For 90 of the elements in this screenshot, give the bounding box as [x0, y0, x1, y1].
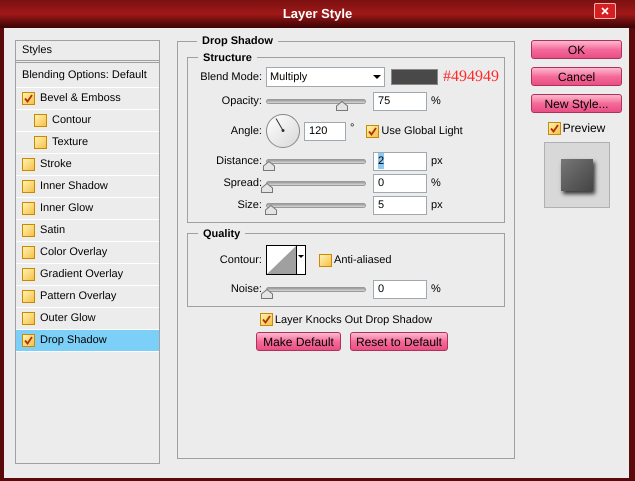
checkbox[interactable]	[22, 268, 35, 281]
checkbox[interactable]	[22, 224, 35, 237]
close-button[interactable]	[594, 3, 616, 19]
checkbox[interactable]	[22, 92, 35, 105]
style-list-item[interactable]: Inner Glow	[16, 198, 159, 220]
style-list-item[interactable]: Contour	[16, 110, 159, 132]
field-label: Blend Mode:	[199, 70, 263, 85]
preview-thumbnail	[544, 142, 610, 208]
caret-icon	[298, 255, 304, 258]
input-field[interactable]: 5	[373, 196, 427, 214]
style-list-item[interactable]: Texture	[16, 132, 159, 154]
field-label: Size:	[236, 198, 263, 213]
dialog-button[interactable]: OK	[531, 40, 622, 59]
dialog-button[interactable]: Reset to Default	[350, 332, 448, 351]
color-annotation: #494949	[443, 67, 499, 87]
checkbox[interactable]	[34, 136, 47, 149]
field-label: Contour:	[218, 252, 263, 268]
style-list-item[interactable]: Stroke	[16, 154, 159, 176]
style-list-item[interactable]: Pattern Overlay	[16, 286, 159, 308]
style-label: Drop Shadow	[40, 333, 107, 348]
checkbox[interactable]	[366, 124, 380, 138]
style-label: Color Overlay	[40, 245, 108, 260]
field-label: Noise:	[230, 282, 263, 297]
slider-thumb[interactable]	[261, 288, 273, 298]
checkbox[interactable]	[22, 180, 35, 193]
angle-dial[interactable]	[266, 114, 300, 148]
styles-header: Styles	[16, 41, 159, 63]
checkbox[interactable]	[22, 290, 35, 303]
input-field[interactable]: 0	[373, 280, 427, 298]
checkbox[interactable]	[22, 334, 35, 347]
style-list-item[interactable]: Inner Shadow	[16, 176, 159, 198]
style-label: Stroke	[40, 157, 72, 172]
checkbox-label: Preview	[562, 120, 606, 137]
checkbox[interactable]	[548, 122, 561, 134]
checkbox[interactable]	[22, 202, 35, 215]
dialog-button[interactable]: Cancel	[531, 67, 622, 86]
unit-label: %	[431, 282, 441, 297]
style-list-item[interactable]: Satin	[16, 220, 159, 242]
field-label: Distance:	[215, 154, 263, 169]
style-label: Bevel & Emboss	[40, 91, 121, 106]
unit-label: px	[431, 154, 443, 169]
group-title: Drop Shadow	[201, 34, 274, 49]
checkbox[interactable]	[34, 114, 47, 127]
style-label: Outer Glow	[40, 311, 96, 326]
slider-thumb[interactable]	[264, 204, 277, 214]
unit-label: px	[431, 198, 443, 213]
style-label: Pattern Overlay	[40, 289, 116, 304]
style-label: Inner Shadow	[40, 179, 108, 194]
window-title: Layer Style	[282, 5, 352, 24]
unit-label: %	[431, 94, 441, 109]
style-list-item[interactable]: Gradient Overlay	[16, 264, 159, 286]
unit-label: %	[431, 176, 441, 191]
style-label: Contour	[52, 113, 92, 128]
dial-needle-icon	[275, 118, 285, 132]
slider-thumb[interactable]	[261, 182, 273, 192]
style-label: Gradient Overlay	[40, 267, 124, 282]
dialog-button[interactable]: New Style...	[531, 94, 622, 113]
section-title: Quality	[202, 226, 242, 242]
checkbox-label: Use Global Light	[381, 124, 463, 139]
section-title: Structure	[202, 50, 253, 66]
field-label: Opacity:	[220, 94, 263, 109]
checkbox[interactable]	[22, 158, 35, 171]
unit-label: °	[350, 121, 354, 136]
checkbox-label: Layer Knocks Out Drop Shadow	[274, 312, 432, 328]
input-field[interactable]: 0	[373, 174, 427, 192]
checkbox-label: Anti-aliased	[334, 252, 392, 268]
checkbox[interactable]	[260, 313, 273, 326]
style-label: Satin	[40, 223, 66, 238]
input-field[interactable]: 2	[373, 152, 427, 170]
checkbox[interactable]	[22, 246, 35, 259]
checkbox[interactable]	[319, 254, 332, 266]
field-label: Angle:	[230, 124, 263, 139]
checkbox[interactable]	[22, 312, 35, 325]
input-field[interactable]: 120	[304, 122, 346, 140]
slider-thumb[interactable]	[262, 160, 275, 170]
input-field[interactable]: 75	[373, 92, 427, 110]
field-label: Spread:	[222, 176, 263, 191]
dialog-button[interactable]: Make Default	[256, 332, 341, 351]
style-list-item[interactable]: Color Overlay	[16, 242, 159, 264]
style-label: Texture	[52, 135, 88, 150]
style-list-item[interactable]: Blending Options: Default	[16, 63, 159, 88]
contour-picker[interactable]	[266, 245, 306, 275]
style-list-item[interactable]: Bevel & Emboss	[16, 88, 159, 110]
slider-thumb[interactable]	[336, 100, 348, 110]
dropdown[interactable]: Multiply	[266, 67, 385, 87]
style-label: Inner Glow	[40, 201, 94, 216]
close-icon	[601, 7, 609, 15]
style-list-item[interactable]: Drop Shadow	[16, 330, 159, 352]
caret-icon	[373, 75, 381, 79]
color-swatch[interactable]	[391, 69, 438, 85]
